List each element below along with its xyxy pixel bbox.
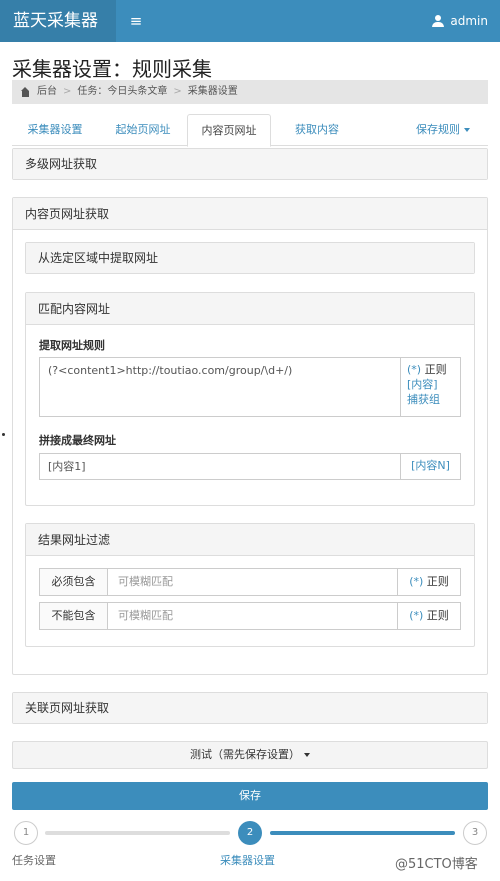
home-icon	[20, 87, 31, 97]
caret-down-icon	[464, 128, 470, 132]
tab-content-url[interactable]: 内容页网址	[187, 114, 271, 147]
test-dropdown-button[interactable]: 测试（需先保存设置）	[12, 741, 488, 769]
must-not-contain-input[interactable]: 可模糊匹配	[108, 603, 398, 629]
extract-region-heading[interactable]: 从选定区域中提取网址	[26, 243, 474, 273]
stray-dot	[2, 433, 5, 436]
final-url-input[interactable]: [内容1]	[39, 453, 401, 480]
tab-start-url[interactable]: 起始页网址	[100, 114, 186, 146]
must-not-contain-label: 不能包含	[40, 603, 108, 629]
step-3-circle[interactable]: 3	[463, 821, 487, 845]
must-contain-input[interactable]: 可模糊匹配	[108, 569, 398, 595]
final-url-label: 拼接成最终网址	[39, 434, 116, 447]
must-not-contain-regex-toggle[interactable]: (*) 正则	[398, 603, 460, 629]
step-2-label: 采集器设置	[220, 854, 275, 867]
related-url-heading[interactable]: 关联页网址获取	[13, 693, 487, 723]
result-filter-heading: 结果网址过滤	[26, 524, 474, 556]
related-url-panel: 关联页网址获取	[12, 692, 488, 724]
breadcrumb: 后台 > 任务：今日头条文章 > 采集器设置	[12, 80, 488, 104]
step-1-circle[interactable]: 1	[14, 821, 38, 845]
breadcrumb-current: 采集器设置	[187, 86, 238, 97]
insert-content-n-link[interactable]: [内容N]	[401, 453, 461, 480]
must-not-contain-row: 不能包含 可模糊匹配 (*) 正则	[39, 602, 461, 630]
must-contain-label: 必须包含	[40, 569, 108, 595]
breadcrumb-task[interactable]: 任务：今日头条文章	[77, 80, 167, 104]
user-icon	[432, 15, 445, 27]
breadcrumb-separator: >	[63, 86, 72, 97]
save-rules-label: 保存规则	[416, 123, 460, 136]
step-1-label: 任务设置	[12, 854, 56, 867]
user-name: admin	[450, 14, 488, 28]
save-rules-dropdown[interactable]: 保存规则	[408, 114, 478, 146]
regex-toggle[interactable]: (*) 正则	[407, 362, 454, 377]
multi-level-heading[interactable]: 多级网址获取	[13, 149, 487, 179]
test-button-label: 测试（需先保存设置）	[190, 748, 300, 761]
step-line-2	[270, 831, 455, 835]
must-contain-row: 必须包含 可模糊匹配 (*) 正则	[39, 568, 461, 596]
breadcrumb-separator: >	[173, 86, 182, 97]
step-line-1	[45, 831, 230, 835]
tab-get-content[interactable]: 获取内容	[274, 114, 360, 146]
save-button[interactable]: 保存	[12, 782, 488, 810]
extract-rule-addon: (*) 正则 [内容] 捕获组	[401, 357, 461, 417]
match-content-heading: 匹配内容网址	[26, 293, 474, 325]
must-contain-regex-toggle[interactable]: (*) 正则	[398, 569, 460, 595]
capture-group-link[interactable]: 捕获组	[407, 392, 454, 407]
breadcrumb-home[interactable]: 后台	[37, 80, 57, 104]
settings-tabs: 采集器设置 起始页网址 内容页网址 获取内容 保存规则	[12, 114, 488, 147]
page-title: 采集器设置：规则采集	[12, 57, 212, 81]
extract-rule-input[interactable]: (?<content1>http://toutiao.com/group/\d+…	[39, 357, 401, 417]
extract-region-panel: 从选定区域中提取网址	[25, 242, 475, 274]
app-brand[interactable]: 蓝天采集器	[0, 0, 116, 42]
menu-toggle-icon[interactable]: ≡	[124, 0, 148, 42]
content-url-heading: 内容页网址获取	[13, 198, 487, 230]
multi-level-panel: 多级网址获取	[12, 148, 488, 180]
user-menu[interactable]: admin	[432, 0, 488, 42]
extract-rule-label: 提取网址规则	[39, 339, 105, 352]
caret-down-icon	[304, 753, 310, 757]
top-navbar: 蓝天采集器 ≡ admin	[0, 0, 500, 42]
step-2-circle[interactable]: 2	[238, 821, 262, 845]
watermark: @51CTO博客	[395, 857, 478, 872]
insert-content-link[interactable]: [内容]	[407, 377, 454, 392]
tab-collector-settings[interactable]: 采集器设置	[12, 114, 98, 146]
